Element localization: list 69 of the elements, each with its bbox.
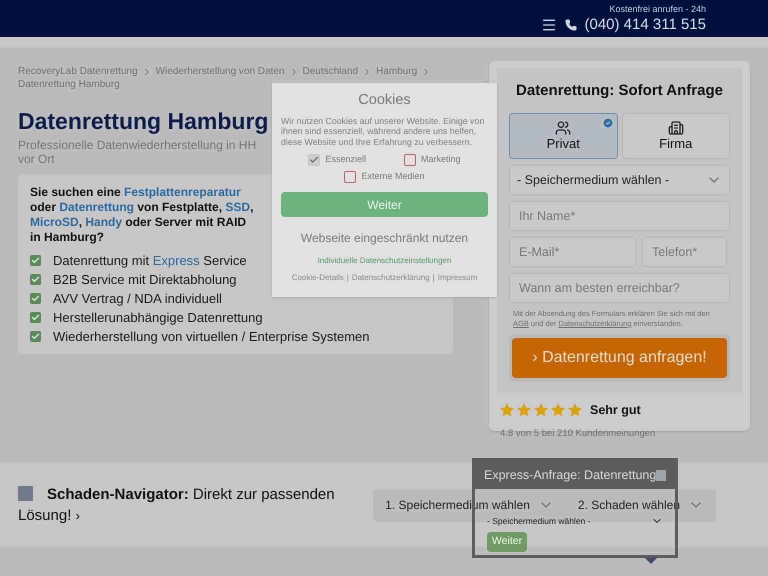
- breadcrumb-link[interactable]: Datenrettung Hamburg: [18, 78, 120, 91]
- checkbox-label: Externe Medien: [361, 170, 425, 183]
- checkbox[interactable]: [404, 154, 416, 166]
- star-icon: [517, 403, 531, 418]
- rating-label: Sehr gut: [590, 402, 641, 419]
- name-input[interactable]: Ihr Name*: [509, 201, 730, 231]
- text-link[interactable]: MicroSD: [30, 215, 79, 229]
- feature-text: Wiederherstellung von virtuellen / Enterprise Systemen: [53, 329, 370, 344]
- feature-text: AVV Vertrag / NDA individuell: [53, 291, 222, 306]
- navigator-title[interactable]: Schaden-Navigator: Direkt zur passenden Lösung! ›: [18, 484, 348, 526]
- menu-icon[interactable]: [540, 17, 556, 33]
- square-icon: [18, 486, 33, 501]
- checkbox[interactable]: [344, 170, 356, 182]
- star-icon: [534, 403, 548, 418]
- email-input[interactable]: E-Mail*: [509, 237, 636, 267]
- footer-link[interactable]: Impressum: [438, 272, 478, 284]
- check-icon: [30, 274, 41, 285]
- info-heading: Sie suchen eine Festplattenreparatur oder Datenrettung von Festplatte, SSD, MicroSD, Handy oder Server mit RAID in Hamburg?: [30, 185, 254, 245]
- breadcrumb-link[interactable]: Hamburg: [376, 65, 418, 78]
- checkbox-label: Marketing: [421, 153, 461, 166]
- text-link[interactable]: SSD: [225, 200, 250, 214]
- star-icon: [500, 403, 514, 418]
- popup-select[interactable]: - Speichermedium wählen -: [487, 514, 663, 528]
- popup-weiter-button[interactable]: Weiter: [487, 532, 527, 552]
- customer-type-tile[interactable]: Privat: [509, 113, 618, 159]
- checkbox-label: Essenziell: [325, 153, 366, 166]
- page-title: Datenrettung Hamburg: [18, 107, 268, 136]
- phone-link[interactable]: (040) 414 311 515: [584, 15, 706, 35]
- footer-link[interactable]: Cookie-Details: [292, 272, 344, 284]
- footer-link[interactable]: Datenschutzerklärung: [352, 272, 430, 284]
- star-icon: [568, 403, 582, 418]
- breadcrumb-link[interactable]: Wiederherstellung von Daten: [156, 65, 284, 78]
- rating-summary: 4.8 von 5 bei 210 Kundenmeinungen: [500, 428, 656, 439]
- check-icon: [30, 293, 41, 304]
- text-link[interactable]: Handy: [85, 215, 122, 229]
- check-badge-icon: [602, 117, 614, 129]
- customer-type-tile[interactable]: Firma: [622, 113, 730, 159]
- medium-select[interactable]: - Speichermedium wählen -: [509, 165, 730, 195]
- page-subtitle: Professionelle Datenwiederherstellung in HH vor Ort: [18, 138, 258, 166]
- text-link[interactable]: Festplattenreparatur: [124, 185, 241, 199]
- pointer-icon: [645, 558, 657, 564]
- check-icon: [30, 331, 41, 342]
- square-icon: [656, 470, 666, 480]
- building-icon: [668, 120, 684, 136]
- separator: |: [346, 272, 349, 284]
- submit-button[interactable]: › Datenrettung anfragen!: [512, 338, 727, 378]
- individual-settings-link[interactable]: Individuelle Datenschutzeinstellungen: [318, 255, 452, 268]
- form-title: Datenrettung: Sofort Anfrage: [515, 81, 724, 101]
- phone-icon: [564, 19, 576, 31]
- restricted-use-link[interactable]: Webseite eingeschränkt nutzen: [300, 229, 468, 248]
- breadcrumb-link[interactable]: Deutschland: [302, 65, 358, 78]
- feature-text: Datenrettung mit Express Service: [53, 253, 247, 268]
- availability-input[interactable]: Wann am besten erreichbar?: [509, 273, 730, 303]
- separator: |: [432, 272, 435, 284]
- popup-title: Express-Anfrage: Datenrettung: [484, 466, 656, 484]
- feature-text: Herstellerunabhängige Datenrettung: [53, 310, 263, 325]
- breadcrumb-link[interactable]: RecoveryLab Datenrettung: [18, 65, 138, 78]
- people-icon: [555, 120, 572, 136]
- check-icon: [30, 255, 41, 266]
- text-link[interactable]: Datenrettung: [59, 200, 134, 214]
- cookie-title: Cookies: [358, 91, 411, 110]
- accept-button[interactable]: Weiter: [281, 192, 488, 218]
- star-icon: [551, 403, 565, 418]
- phone-input[interactable]: Telefon*: [642, 237, 727, 267]
- text-link[interactable]: Express: [152, 253, 200, 268]
- cookie-text: Wir nutzen Cookies auf unserer Website. Einige von ihnen sind essenziell, während andere uns helfen, diese Website und Ihre Erfahrung zu verbessern.: [281, 116, 486, 148]
- hotline-label: Kostenfrei anrufen - 24h: [609, 3, 706, 15]
- check-icon: [30, 312, 41, 323]
- feature-text: B2B Service mit Direktabholung: [53, 272, 237, 287]
